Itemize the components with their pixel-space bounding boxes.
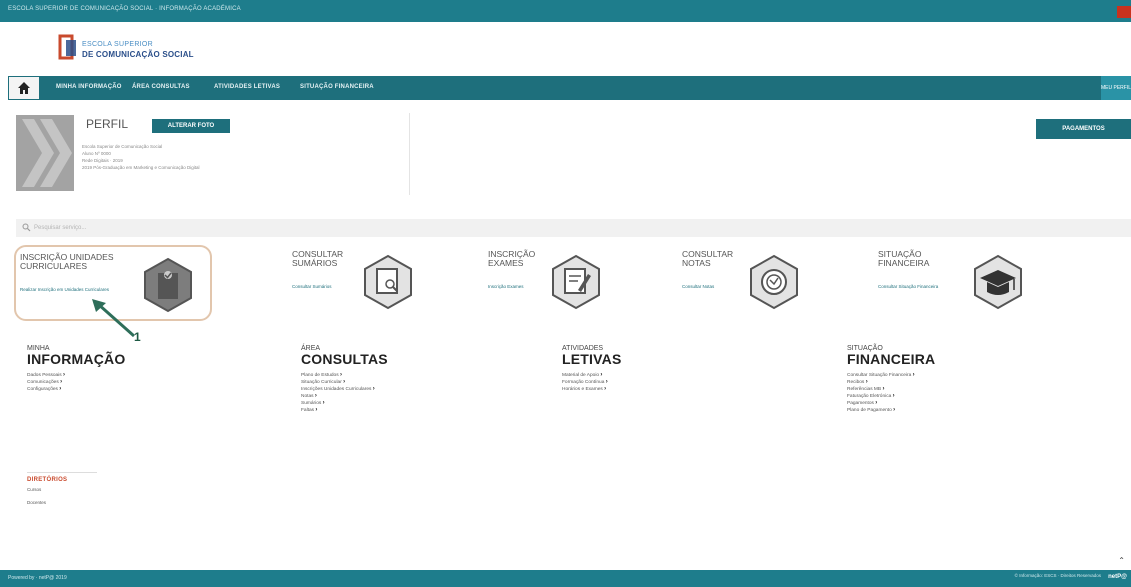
payments-button[interactable]: PAGAMENTOS — [1036, 119, 1131, 139]
divider — [27, 472, 97, 473]
section-link[interactable]: Consultar Situação Financeira › — [847, 372, 935, 379]
section-big-title: INFORMAÇÃO — [27, 351, 126, 367]
section-link[interactable]: Referências MB › — [847, 386, 935, 393]
change-photo-button[interactable]: ALTERAR FOTO — [152, 119, 230, 133]
profile-info-edition: Rede Digitais · 2019 — [82, 158, 123, 163]
section-link[interactable]: Plano de Estudos › — [301, 372, 388, 379]
annotation-arrow — [92, 299, 135, 338]
profile-info-course: 2019 Pós-Graduação em Marketing e Comuni… — [82, 165, 200, 170]
top-bar-alert[interactable] — [1117, 6, 1131, 18]
tile-title: INSCRIÇÃO EXAMES — [488, 249, 536, 268]
logo-line-2: DE COMUNICAÇÃO SOCIAL — [82, 50, 194, 59]
section-link[interactable]: Recibos › — [847, 379, 935, 386]
grade-badge-icon — [750, 254, 798, 310]
profile-card: PERFIL ALTERAR FOTO Escola Superior de C… — [16, 113, 410, 195]
section-link[interactable]: Notas › — [301, 393, 388, 400]
section-atividades-letivas: ATIVIDADES LETIVAS Material de Apoio › F… — [562, 345, 621, 393]
tile-link-inscricao-uc[interactable]: Realizar Inscrição em Unidades Curricula… — [20, 287, 109, 292]
tile-consultar-notas[interactable]: CONSULTAR NOTAS Consultar Notas — [678, 244, 828, 322]
tile-consultar-sumarios[interactable]: CONSULTAR SUMÁRIOS Consultar Sumários — [288, 244, 438, 322]
diretorios-section: DIRETÓRIOS Cursos Docentes — [27, 472, 97, 509]
section-area-consultas: ÁREA CONSULTAS Plano de Estudos › Situaç… — [301, 345, 388, 414]
nav-minha-informacao[interactable]: MINHA INFORMAÇÃO — [56, 84, 122, 90]
main-navbar: MINHA INFORMAÇÃO ÁREA CONSULTAS ATIVIDAD… — [8, 76, 1131, 100]
clipboard-check-icon — [144, 257, 192, 313]
top-bar: ESCOLA SUPERIOR DE COMUNICAÇÃO SOCIAL · … — [0, 0, 1131, 22]
home-button[interactable] — [8, 76, 40, 100]
section-link[interactable]: Situação Curricular › — [301, 379, 388, 386]
section-big-title: CONSULTAS — [301, 351, 388, 367]
tile-situacao-financeira[interactable]: SITUAÇÃO FINANCEIRA Consultar Situação F… — [874, 244, 1034, 322]
logo-mark-icon — [58, 34, 76, 60]
profile-info-student-number: Aluno Nº 0000 — [82, 151, 111, 156]
section-big-title: LETIVAS — [562, 351, 622, 367]
graduation-cap-icon — [974, 254, 1022, 310]
tile-title: SITUAÇÃO FINANCEIRA — [878, 249, 930, 268]
search-icon — [22, 223, 31, 232]
search-input[interactable]: Pesquisar serviço... — [34, 225, 86, 231]
section-link[interactable]: Comunicações › — [27, 379, 125, 386]
edit-document-icon — [552, 254, 600, 310]
annotation-number: 1 — [134, 330, 141, 344]
profile-photo-placeholder — [16, 115, 74, 191]
section-link[interactable]: Horários e Exames › — [562, 386, 621, 393]
profile-title: PERFIL — [86, 117, 129, 131]
nav-atividades-letivas[interactable]: ATIVIDADES LETIVAS — [214, 84, 280, 90]
footer-powered-by: Powered by · netP@ 2019 — [8, 575, 67, 581]
section-minha-informacao: MINHA INFORMAÇÃO Dados Pessoais › Comuni… — [27, 345, 125, 393]
top-bar-text: ESCOLA SUPERIOR DE COMUNICAÇÃO SOCIAL · … — [8, 6, 241, 12]
section-link[interactable]: Configurações › — [27, 386, 125, 393]
section-link[interactable]: Formação Contínua › — [562, 379, 621, 386]
profile-info: Escola Superior de Comunicação Social Al… — [82, 143, 200, 171]
diretorios-link-docentes[interactable]: Docentes — [27, 496, 97, 509]
footer: Powered by · netP@ 2019 © Informação: ES… — [0, 570, 1131, 587]
section-link[interactable]: Pagamentos › — [847, 400, 935, 407]
school-logo[interactable]: ESCOLA SUPERIOR DE COMUNICAÇÃO SOCIAL — [58, 32, 238, 70]
footer-info: © Informação: ESCS · Direitos Reservados — [1014, 573, 1101, 578]
section-big-title: FINANCEIRA — [847, 351, 936, 367]
section-link[interactable]: Plano de Pagamento › — [847, 407, 935, 414]
back-to-top-button[interactable]: ⌃ — [1118, 556, 1125, 565]
tile-link-exames[interactable]: Inscrição Exames — [488, 284, 524, 289]
section-situacao-financeira: SITUAÇÃO FINANCEIRA Consultar Situação F… — [847, 345, 935, 414]
tile-inscricao-exames[interactable]: INSCRIÇÃO EXAMES Inscrição Exames — [484, 244, 634, 322]
nav-area-consultas[interactable]: ÁREA CONSULTAS — [132, 84, 190, 90]
nav-situacao-financeira[interactable]: SITUAÇÃO FINANCEIRA — [300, 84, 374, 90]
logo-line-1: ESCOLA SUPERIOR — [82, 41, 154, 48]
tile-link-sumarios[interactable]: Consultar Sumários — [292, 284, 332, 289]
tile-link-financeira[interactable]: Consultar Situação Financeira — [878, 284, 938, 289]
nav-meu-perfil[interactable]: MEU PERFIL — [1101, 76, 1131, 100]
tile-title: CONSULTAR SUMÁRIOS — [292, 249, 344, 268]
section-link[interactable]: Faturação Eletrónica › — [847, 393, 935, 400]
home-icon — [18, 82, 30, 94]
section-link[interactable]: Sumários › — [301, 400, 388, 407]
section-link[interactable]: Dados Pessoais › — [27, 372, 125, 379]
footer-brand[interactable]: netP@ — [1108, 574, 1127, 580]
tile-link-notas[interactable]: Consultar Notas — [682, 284, 714, 289]
section-link[interactable]: Material de Apoio › — [562, 372, 621, 379]
section-link[interactable]: Inscrições Unidades Curriculares › — [301, 386, 388, 393]
diretorios-link-cursos[interactable]: Cursos — [27, 483, 97, 496]
profile-info-school: Escola Superior de Comunicação Social — [82, 144, 163, 149]
section-link[interactable]: Faltas › — [301, 407, 388, 414]
service-search[interactable]: Pesquisar serviço... — [16, 219, 1131, 237]
document-search-icon — [364, 254, 412, 310]
tile-title: CONSULTAR NOTAS — [682, 249, 734, 268]
tile-title: INSCRIÇÃO UNIDADES CURRICULARES — [20, 252, 114, 271]
